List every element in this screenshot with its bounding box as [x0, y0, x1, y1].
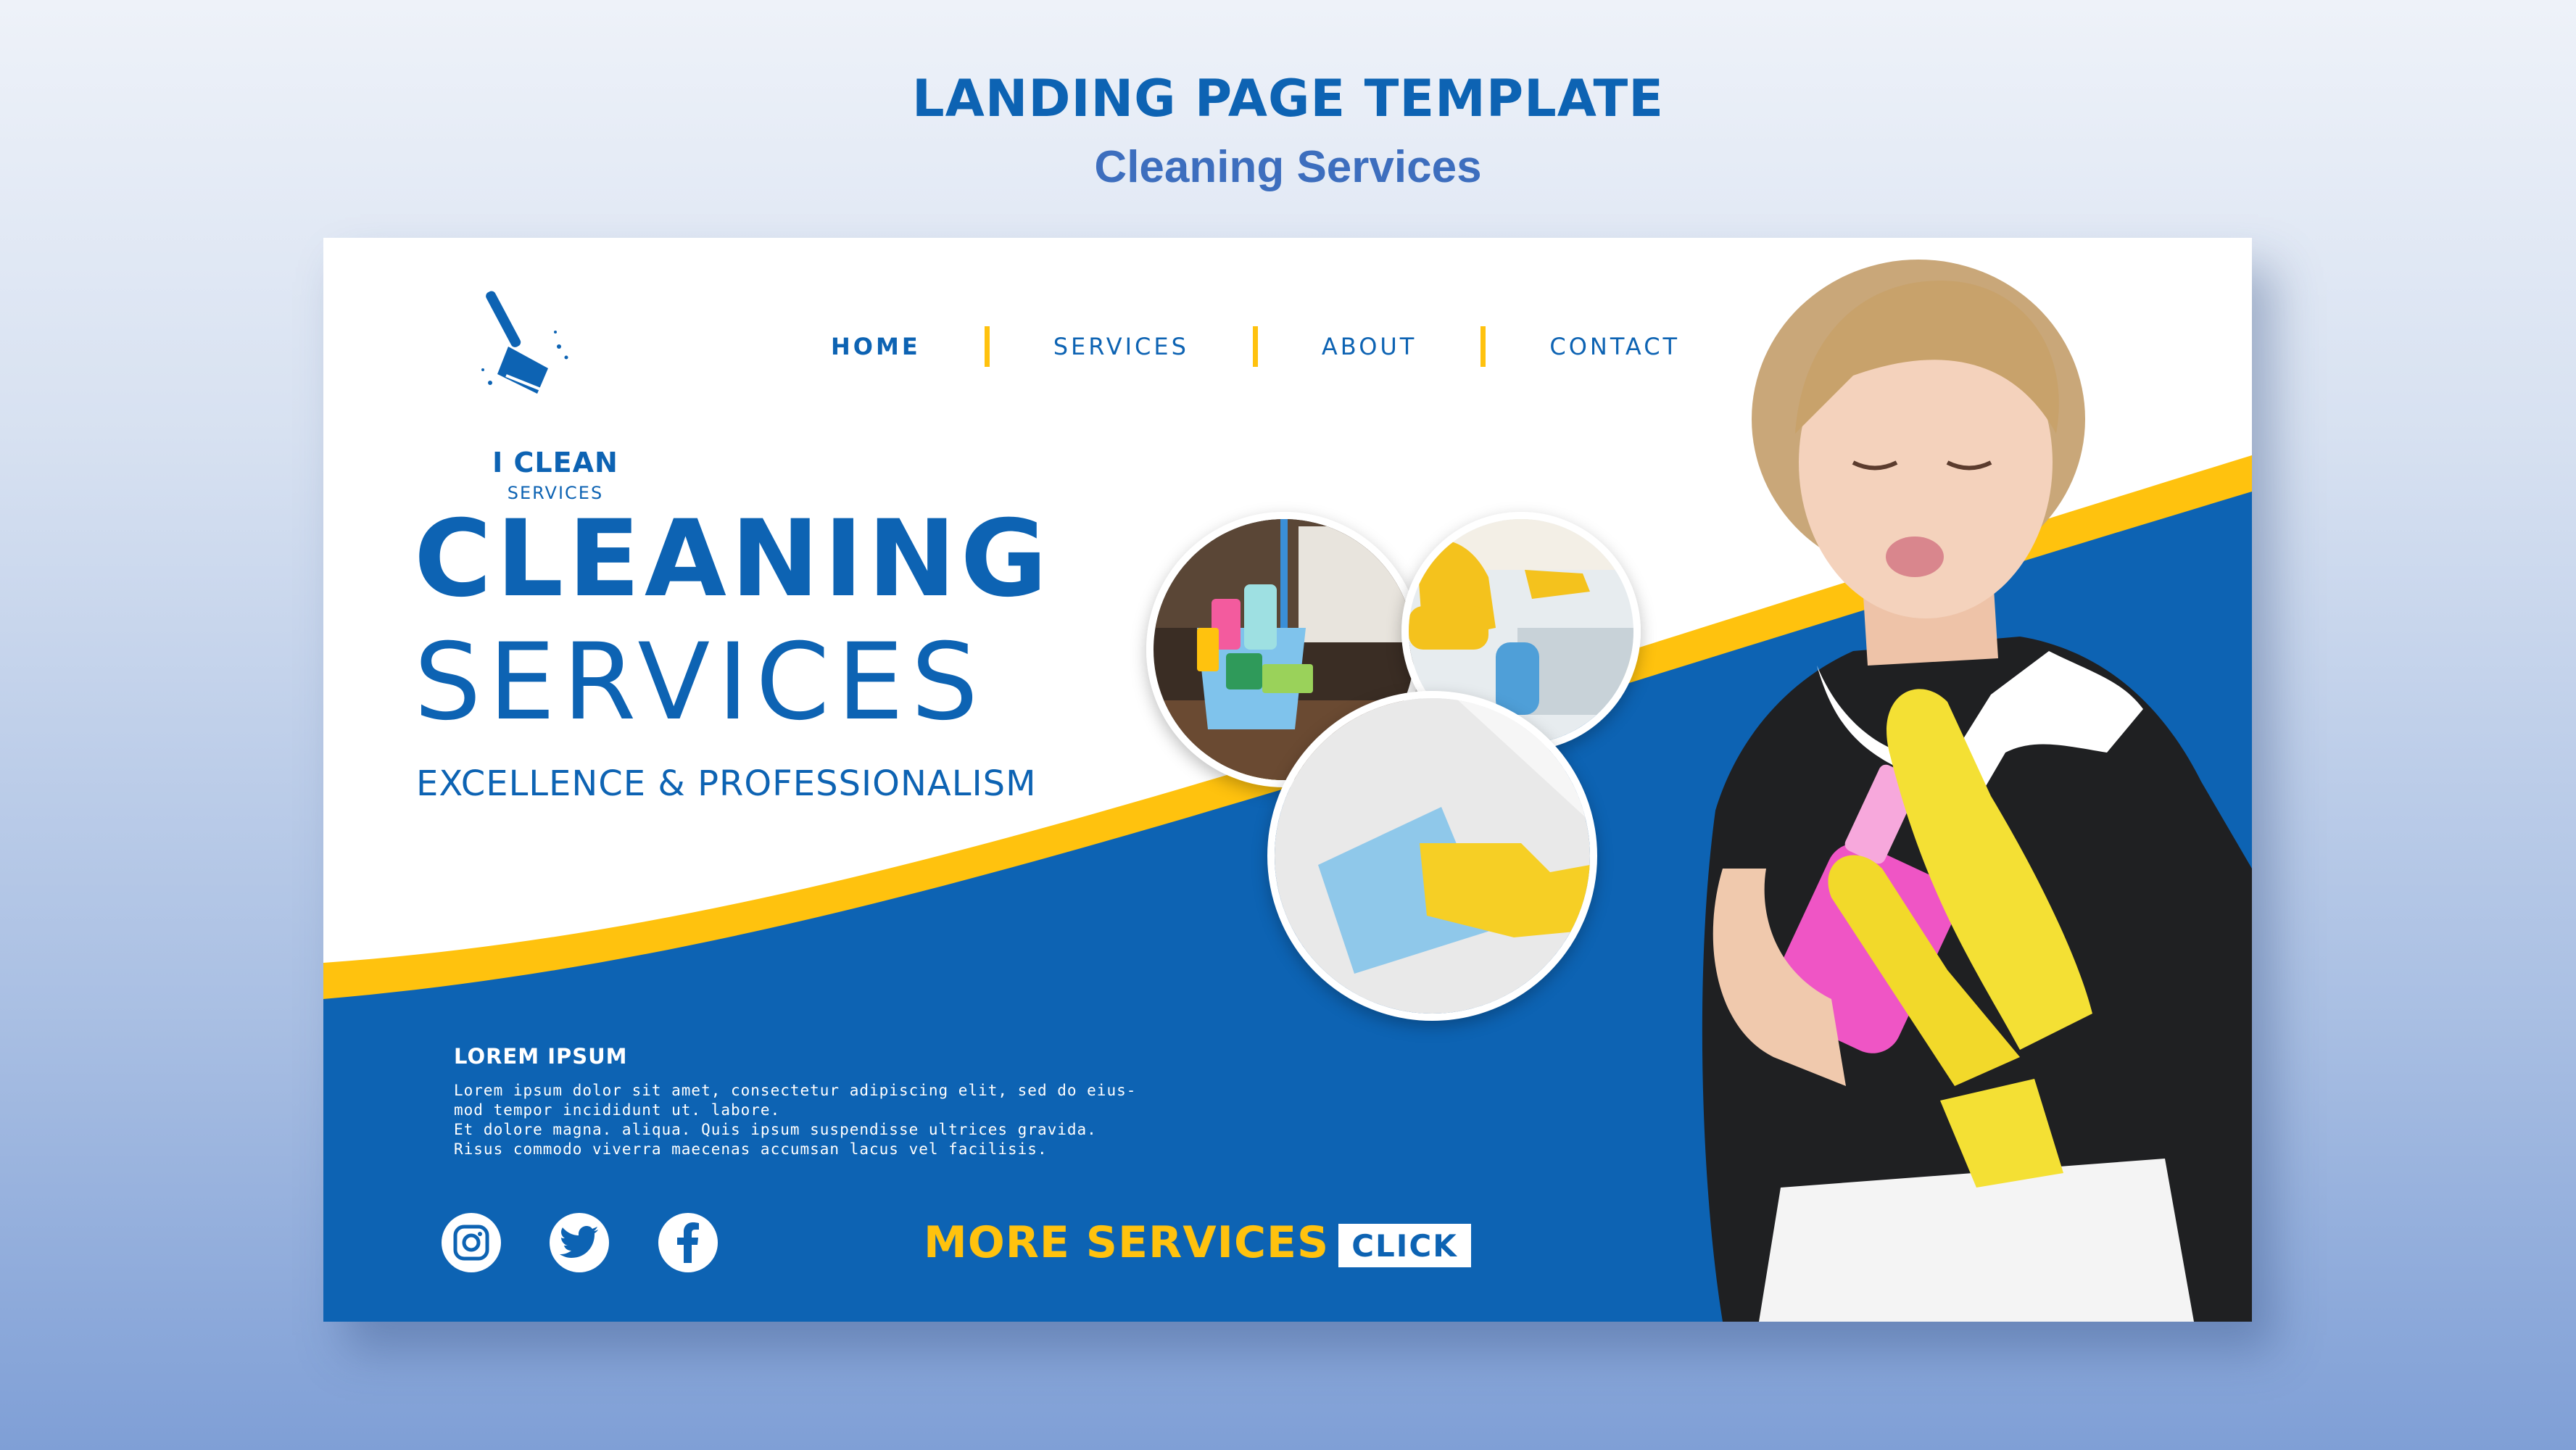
hero-subtitle: SERVICES — [414, 621, 986, 744]
nav-divider — [1252, 326, 1258, 367]
info-line: Et dolore magna. aliqua. Quis ipsum susp… — [454, 1121, 1097, 1138]
hero-title: CLEANING — [414, 497, 1052, 621]
facebook-button[interactable] — [658, 1213, 718, 1272]
click-button[interactable]: CLICK — [1338, 1224, 1471, 1267]
info-body: Lorem ipsum dolor sit amet, consectetur … — [454, 1081, 1137, 1159]
page-subheading: Cleaning Services — [1094, 142, 1482, 192]
nav-about[interactable]: ABOUT — [1322, 333, 1417, 360]
nav-home[interactable]: HOME — [831, 333, 921, 360]
twitter-button[interactable] — [550, 1213, 609, 1272]
nav-services[interactable]: SERVICES — [1053, 333, 1189, 360]
instagram-button[interactable] — [442, 1213, 501, 1272]
info-title: LOREM IPSUM — [454, 1044, 628, 1069]
info-line: Risus commodo viverra maecenas accumsan … — [454, 1140, 1048, 1158]
brand-logo[interactable]: I CLEAN SERVICES — [439, 289, 618, 503]
photo-cleaning-wipe — [1267, 691, 1597, 1021]
logo-title: I CLEAN — [492, 447, 618, 478]
cleaner-woman-photo — [1702, 260, 2252, 1322]
instagram-icon — [453, 1225, 489, 1261]
broom-icon — [481, 291, 568, 394]
info-line: Lorem ipsum dolor sit amet, consectetur … — [454, 1082, 1137, 1099]
landing-page-mockup: I CLEAN SERVICES HOME SERVICES ABOUT CON… — [323, 238, 2252, 1322]
facebook-icon — [677, 1222, 699, 1263]
more-services-label: MORE SERVICES — [924, 1217, 1330, 1268]
hero-tagline: EXCELLENCE & PROFESSIONALISM — [416, 763, 1037, 804]
twitter-icon — [560, 1226, 598, 1258]
info-line: mod tempor incididunt ut. labore. — [454, 1101, 781, 1119]
nav-divider — [984, 326, 990, 367]
main-nav: HOME SERVICES ABOUT CONTACT — [831, 325, 1680, 368]
page-heading: LANDING PAGE TEMPLATE — [911, 69, 1665, 128]
nav-divider — [1480, 326, 1486, 367]
